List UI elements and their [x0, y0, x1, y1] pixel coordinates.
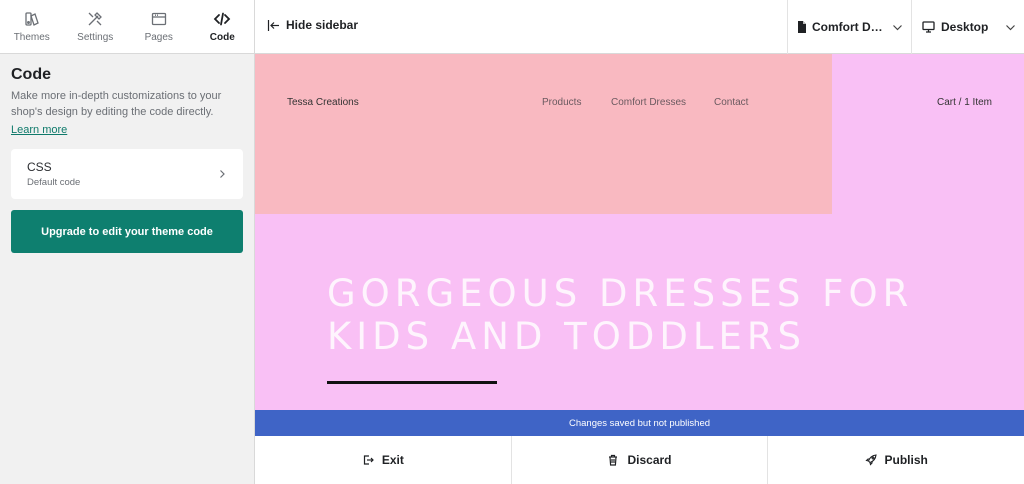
exit-label: Exit: [381, 453, 404, 467]
device-select-dropdown[interactable]: Desktop: [911, 0, 1024, 54]
hero-divider: [327, 381, 497, 384]
hide-sidebar-label: Hide sidebar: [286, 18, 359, 32]
discard-label: Discard: [627, 453, 672, 467]
css-code-card[interactable]: CSS Default code: [11, 149, 243, 199]
hero-heading: GORGEOUS DRESSES FOR KIDS AND TODDLERS: [327, 272, 967, 358]
collapse-left-icon: [267, 19, 279, 31]
code-icon: [213, 12, 231, 26]
upgrade-button[interactable]: Upgrade to edit your theme code: [11, 210, 243, 253]
rocket-icon: [864, 454, 877, 466]
nav-products[interactable]: Products: [542, 97, 581, 108]
publish-button[interactable]: Publish: [768, 436, 1024, 484]
site-brand[interactable]: Tessa Creations: [287, 97, 359, 108]
chevron-right-icon: [220, 170, 225, 178]
exit-icon: [363, 455, 374, 465]
themes-icon: [25, 12, 39, 26]
trash-icon: [609, 454, 618, 466]
tab-code[interactable]: Code: [191, 0, 255, 53]
document-icon: [798, 21, 806, 33]
hide-sidebar-button[interactable]: Hide sidebar: [267, 18, 358, 32]
action-bar: Exit Discard Publish: [255, 436, 1024, 484]
tab-pages-label: Pages: [144, 32, 173, 43]
discard-button[interactable]: Discard: [512, 436, 769, 484]
sidebar-tabs: Themes Settings Pages Code: [0, 0, 254, 54]
nav-comfort-dresses[interactable]: Comfort Dresses: [611, 97, 686, 108]
hero-heading-line-1: GORGEOUS DRESSES FOR: [327, 272, 914, 315]
tab-themes-label: Themes: [13, 32, 50, 43]
cart-link[interactable]: Cart / 1 Item: [937, 97, 992, 108]
sidebar-title: Code: [11, 66, 51, 83]
pages-icon: [151, 12, 166, 26]
editor-topbar: Hide sidebar Comfort Dresses Desktop: [255, 0, 1024, 54]
css-card-title: CSS: [27, 160, 52, 174]
sidebar-description: Make more in-depth customizations to you…: [11, 90, 222, 118]
site-header-block: [255, 54, 832, 214]
tab-themes[interactable]: Themes: [0, 0, 64, 53]
nav-contact[interactable]: Contact: [714, 97, 748, 108]
page-select-label: Comfort Dresses: [812, 20, 884, 34]
hero-heading-line-2: KIDS AND TODDLERS: [327, 315, 807, 358]
css-card-text: CSS Default code: [27, 160, 80, 188]
css-card-subtitle: Default code: [27, 177, 81, 188]
tab-settings[interactable]: Settings: [64, 0, 128, 53]
sidebar: Themes Settings Pages Code Code Make mor…: [0, 0, 255, 484]
site-preview: Tessa Creations Products Comfort Dresses…: [255, 54, 1024, 410]
tab-code-label: Code: [209, 32, 235, 43]
device-select-label: Desktop: [941, 20, 989, 34]
chevron-down-icon: [893, 24, 902, 30]
tab-settings-label: Settings: [77, 32, 114, 43]
settings-icon: [88, 12, 103, 26]
page-select-dropdown[interactable]: Comfort Dresses: [787, 0, 911, 54]
chevron-down-icon: [1006, 24, 1015, 30]
exit-button[interactable]: Exit: [255, 436, 512, 484]
status-bar: Changes saved but not published: [255, 410, 1024, 436]
learn-more-link[interactable]: Learn more: [11, 124, 67, 136]
tab-pages[interactable]: Pages: [127, 0, 191, 53]
desktop-icon: [922, 21, 935, 33]
publish-label: Publish: [884, 453, 928, 467]
